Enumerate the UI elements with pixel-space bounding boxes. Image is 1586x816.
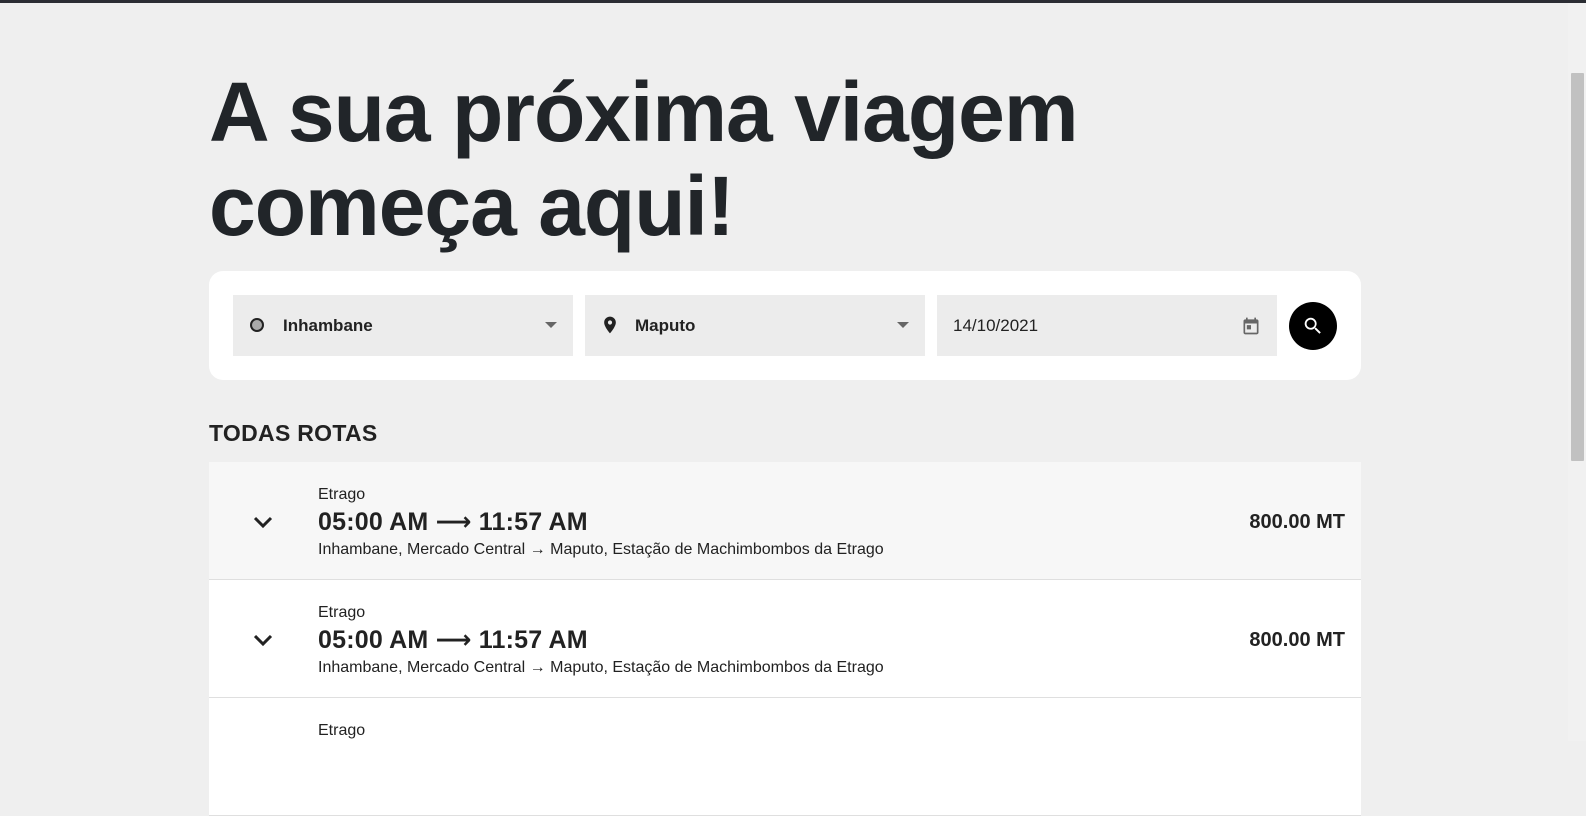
section-title: TODAS ROTAS <box>209 420 378 446</box>
chevron-down-icon <box>545 322 557 328</box>
route-company: Etrago <box>318 722 366 739</box>
route-item[interactable]: Etrago <box>209 698 1361 816</box>
calendar-icon[interactable] <box>1241 315 1261 337</box>
chevron-down-icon <box>897 322 909 328</box>
search-card: Inhambane Maputo 14/10/2021 <box>209 271 1361 380</box>
routes-list: Etrago 05:00 AM ⟶ 11:57 AM Inhambane, Me… <box>209 462 1361 816</box>
hero-title: A sua próxima viagem começa aqui! <box>209 65 1079 253</box>
scrollbar-thumb[interactable] <box>1571 73 1584 461</box>
chevron-down-icon[interactable] <box>253 515 273 529</box>
destination-value: Maputo <box>635 316 696 335</box>
search-icon <box>1304 317 1321 334</box>
origin-value: Inhambane <box>283 316 373 335</box>
date-field[interactable]: 14/10/2021 <box>937 295 1277 356</box>
date-value: 14/10/2021 <box>953 316 1039 335</box>
route-price: 800.00 MT <box>1249 629 1345 651</box>
route-company: Etrago <box>318 486 366 503</box>
route-path: Inhambane, Mercado Central → Maputo, Est… <box>318 659 884 676</box>
origin-select[interactable]: Inhambane <box>233 295 573 356</box>
route-path: Inhambane, Mercado Central → Maputo, Est… <box>318 541 884 558</box>
route-times: 05:00 AM ⟶ 11:57 AM <box>318 626 588 654</box>
map-pin-icon <box>604 316 616 334</box>
route-item[interactable]: Etrago 05:00 AM ⟶ 11:57 AM Inhambane, Me… <box>209 580 1361 698</box>
route-times: 05:00 AM ⟶ 11:57 AM <box>318 508 588 536</box>
origin-circle-icon <box>250 318 264 332</box>
search-button[interactable] <box>1289 302 1337 350</box>
chevron-down-icon[interactable] <box>253 633 273 647</box>
route-company: Etrago <box>318 604 366 621</box>
destination-select[interactable]: Maputo <box>585 295 925 356</box>
route-item[interactable]: Etrago 05:00 AM ⟶ 11:57 AM Inhambane, Me… <box>209 462 1361 580</box>
scrollbar[interactable] <box>1568 3 1586 741</box>
browser-top-bar <box>0 0 1586 3</box>
route-price: 800.00 MT <box>1249 511 1345 533</box>
